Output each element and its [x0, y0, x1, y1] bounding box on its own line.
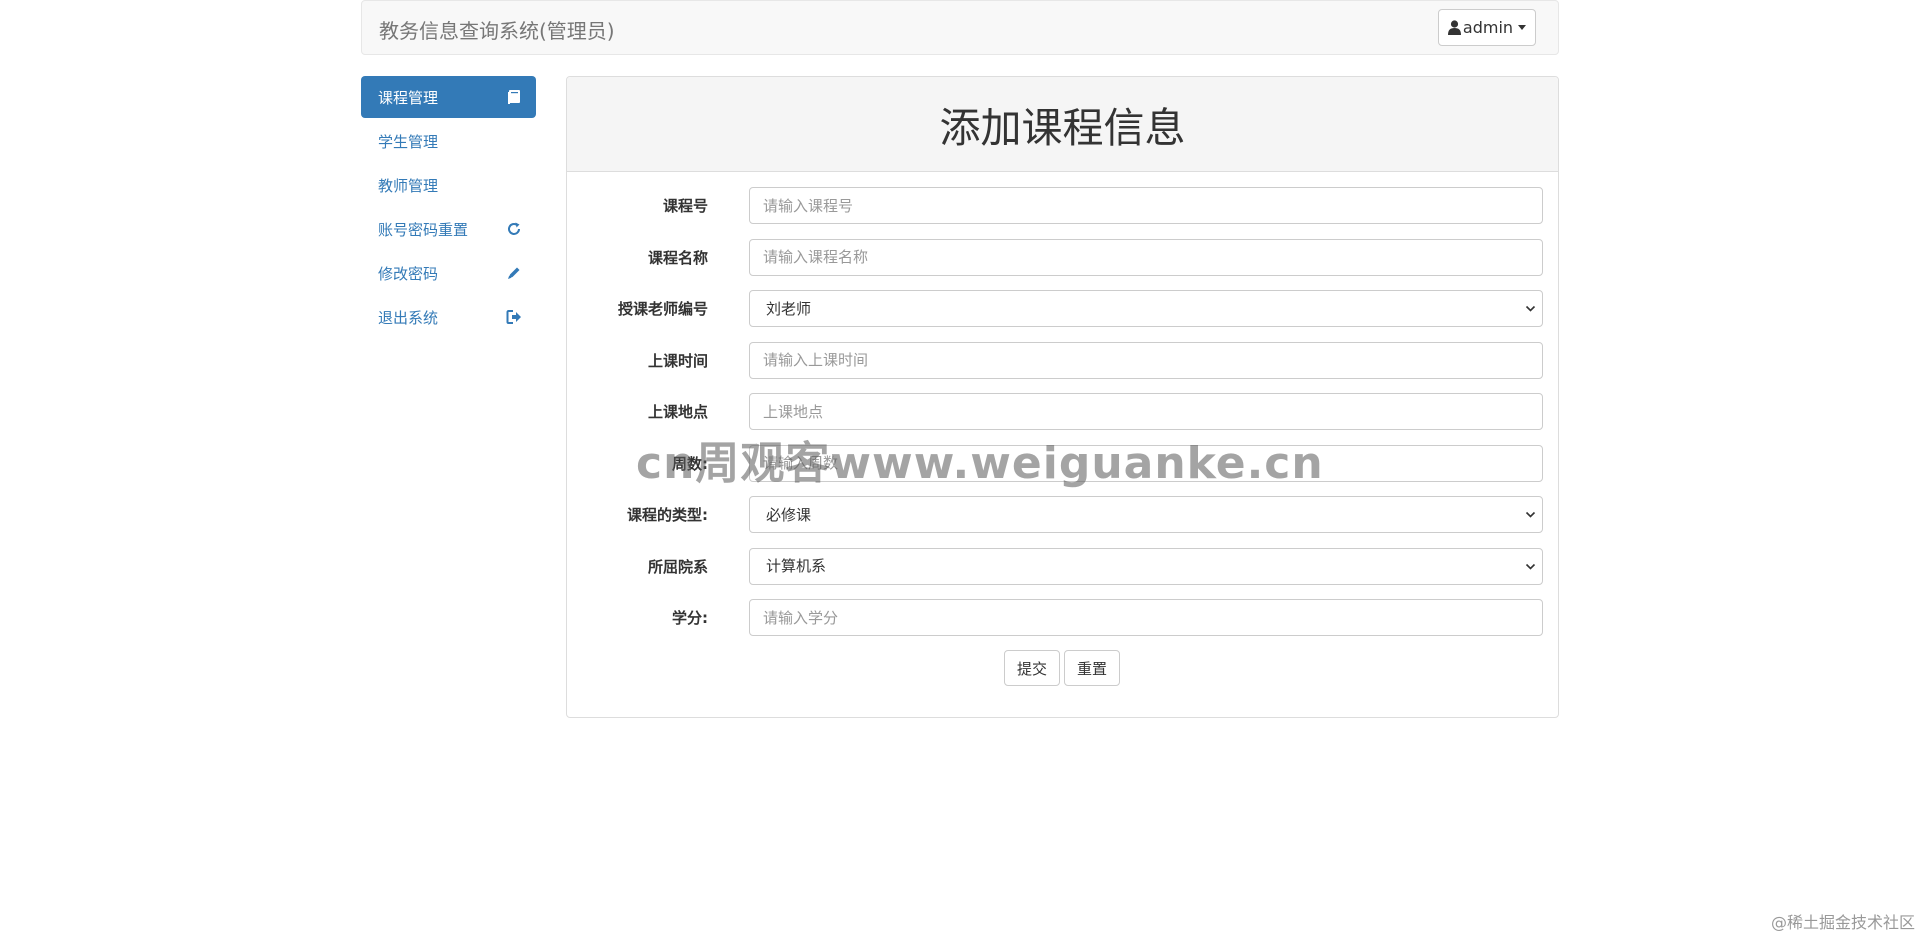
user-icon — [1447, 20, 1461, 35]
course-name-input[interactable] — [749, 238, 1543, 276]
sidebar-item-label: 学生管理 — [378, 132, 439, 151]
panel-heading: 添加课程信息 — [567, 77, 1558, 172]
sidebar-item-teacher-management[interactable]: 教师管理 — [361, 164, 536, 206]
course-type-label: 课程的类型: — [627, 506, 708, 524]
sidebar-item-password-reset[interactable]: 账号密码重置 — [361, 208, 536, 250]
department-select[interactable]: 计算机系 — [749, 547, 1543, 585]
add-course-form: 课程号 课程名称 授课老师编号 刘老师 上课时间 上课地点 周数: 课程的类型: — [567, 187, 1558, 651]
pencil-icon — [508, 267, 520, 279]
teacher-select[interactable]: 刘老师 — [749, 290, 1543, 327]
add-course-panel: 添加课程信息 课程号 课程名称 授课老师编号 刘老师 上课时间 上课地点 周数: — [566, 76, 1559, 718]
reset-button[interactable]: 重置 — [1064, 650, 1120, 686]
top-navbar: 教务信息查询系统(管理员) admin — [361, 0, 1559, 55]
credit-label: 学分: — [672, 609, 708, 627]
form-row-course-time: 上课时间 — [567, 341, 1558, 394]
form-row-teacher: 授课老师编号 刘老师 — [567, 290, 1558, 342]
app-title[interactable]: 教务信息查询系统(管理员) — [379, 15, 615, 44]
refresh-icon — [508, 222, 520, 235]
book-icon — [508, 90, 520, 104]
course-id-input[interactable] — [749, 187, 1543, 224]
sidebar-item-label: 教师管理 — [378, 176, 439, 195]
form-row-credit: 学分: — [567, 599, 1558, 651]
form-row-course-name: 课程名称 — [567, 238, 1558, 291]
course-place-input[interactable] — [749, 393, 1543, 430]
course-type-select[interactable]: 必修课 — [749, 496, 1543, 533]
form-row-department: 所屈院系 计算机系 — [567, 547, 1558, 600]
form-row-course-type: 课程的类型: 必修课 — [567, 496, 1558, 548]
sidebar-item-course-management[interactable]: 课程管理 — [361, 76, 536, 118]
watermark: cn周观客www.weiguanke.cn — [636, 438, 1324, 489]
form-actions: 提交 重置 — [1004, 650, 1120, 686]
caret-down-icon — [1518, 25, 1527, 30]
sidebar-item-label: 课程管理 — [378, 88, 439, 107]
sidebar-item-change-password[interactable]: 修改密码 — [361, 252, 536, 294]
footer-note: @稀土掘金技术社区 — [1770, 913, 1915, 932]
course-time-label: 上课时间 — [647, 351, 708, 370]
course-time-input[interactable] — [749, 341, 1543, 379]
course-name-label: 课程名称 — [647, 248, 708, 267]
page-title: 添加课程信息 — [939, 104, 1186, 152]
user-name: admin — [1462, 18, 1514, 37]
course-place-label: 上课地点 — [647, 403, 708, 421]
sidebar-item-label: 账号密码重置 — [378, 220, 469, 239]
course-id-label: 课程号 — [662, 197, 708, 215]
logout-icon — [506, 310, 521, 324]
sidebar: 课程管理 学生管理 教师管理 账号密码重置 修改密码 退出系统 — [361, 76, 536, 340]
department-label: 所屈院系 — [647, 557, 708, 576]
teacher-label: 授课老师编号 — [617, 300, 708, 318]
submit-button[interactable]: 提交 — [1004, 650, 1060, 686]
sidebar-item-student-management[interactable]: 学生管理 — [361, 120, 536, 162]
form-row-course-id: 课程号 — [567, 187, 1558, 239]
sidebar-item-label: 修改密码 — [378, 264, 439, 283]
credit-input[interactable] — [749, 599, 1543, 636]
user-menu-button[interactable]: admin — [1438, 9, 1536, 46]
sidebar-item-label: 退出系统 — [378, 308, 439, 327]
sidebar-item-logout[interactable]: 退出系统 — [361, 296, 536, 338]
